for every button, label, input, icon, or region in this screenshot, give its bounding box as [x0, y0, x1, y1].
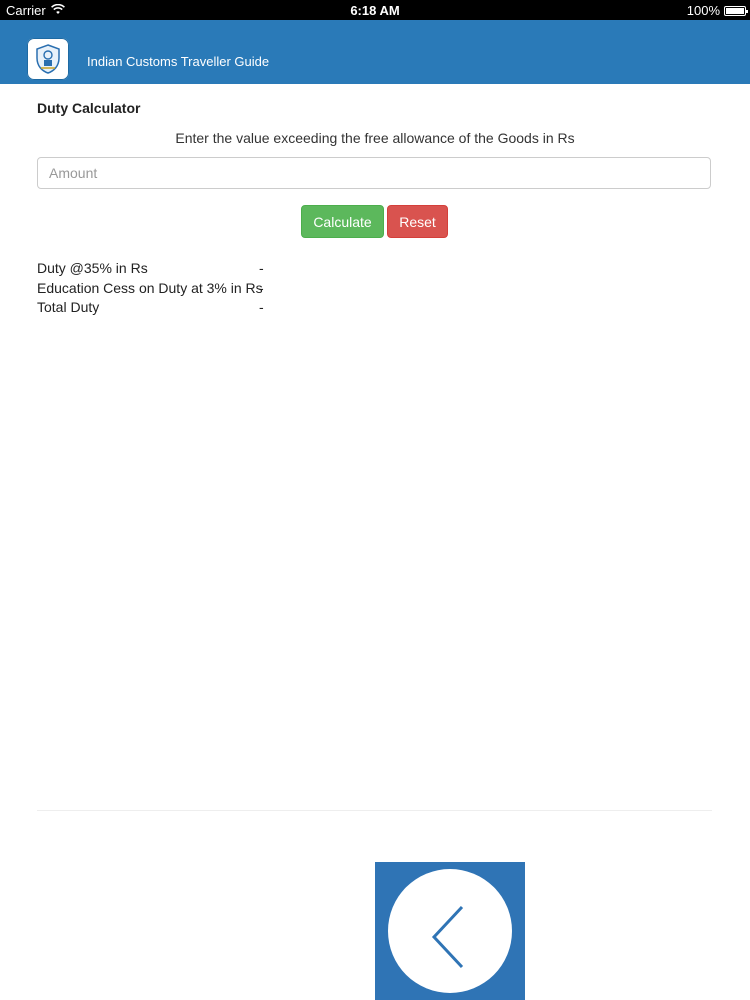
chevron-left-icon: [431, 905, 464, 969]
result-row-total: Total Duty -: [37, 298, 277, 318]
customs-emblem-icon: [27, 38, 69, 80]
back-button[interactable]: [375, 862, 525, 1000]
page-title: Duty Calculator: [37, 100, 141, 116]
battery-icon: [724, 5, 748, 16]
status-bar: Carrier 6:18 AM 100%: [0, 0, 750, 20]
result-label: Education Cess on Duty at 3% in Rs: [37, 279, 263, 296]
result-label: Total Duty: [37, 299, 100, 315]
amount-input[interactable]: [37, 157, 711, 189]
battery-percent: 100%: [686, 3, 720, 18]
result-row-cess: Education Cess on Duty at 3% in Rs -: [37, 279, 277, 299]
app-title: Indian Customs Traveller Guide: [87, 54, 270, 69]
back-circle: [388, 869, 512, 993]
result-value: -: [259, 279, 264, 296]
reset-button[interactable]: Reset: [387, 205, 448, 238]
calculate-button[interactable]: Calculate: [301, 205, 384, 238]
results-list: Duty @35% in Rs - Education Cess on Duty…: [37, 259, 277, 318]
footer-divider: [37, 810, 712, 811]
result-value: -: [259, 299, 264, 315]
instruction-text: Enter the value exceeding the free allow…: [175, 130, 575, 146]
clock: 6:18 AM: [350, 3, 400, 18]
battery-indicator: 100%: [686, 3, 748, 18]
result-value: -: [259, 260, 264, 276]
result-label: Duty @35% in Rs: [37, 260, 148, 276]
result-row-duty: Duty @35% in Rs -: [37, 259, 277, 279]
app-header: Indian Customs Traveller Guide: [0, 20, 750, 84]
